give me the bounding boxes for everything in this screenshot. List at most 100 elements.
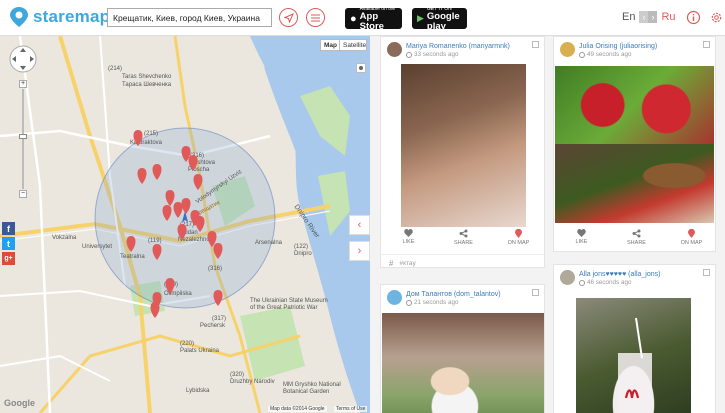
avatar[interactable] <box>560 42 575 57</box>
map-pin-icon <box>515 229 522 238</box>
post-username[interactable]: Mariya Romanenko (mariyarmnk) <box>406 42 510 51</box>
map-pin-icon <box>688 229 695 238</box>
photo-pin-icon[interactable] <box>181 198 191 214</box>
play-icon: ▶ <box>417 13 424 23</box>
google-play-button[interactable]: ▶ GET IT ON Google play <box>412 6 467 32</box>
logo-pin-icon <box>10 7 28 27</box>
avatar[interactable] <box>387 42 402 57</box>
post-tag[interactable]: #ктаy <box>399 260 415 267</box>
facebook-icon[interactable]: f <box>2 222 15 235</box>
photo-pin-icon[interactable] <box>213 290 223 306</box>
avatar[interactable] <box>387 290 402 305</box>
on-map-button[interactable]: ON MAP <box>664 229 719 246</box>
photo-card: Mariya Romanenko (mariyarmnk) 33 seconds… <box>380 36 545 268</box>
post-time: 49 seconds ago <box>587 51 632 58</box>
info-icon[interactable] <box>686 10 701 25</box>
heart-icon <box>404 229 413 237</box>
share-icon <box>632 229 641 238</box>
post-photo[interactable] <box>555 144 714 223</box>
clock-icon <box>406 52 412 58</box>
post-user-header: Дом Талантов (dom_talantov) 21 seconds a… <box>387 290 501 307</box>
photo-pins-layer <box>126 130 223 318</box>
zoom-in-icon[interactable]: + <box>19 80 27 88</box>
photo-pin-icon[interactable] <box>162 205 172 221</box>
on-map-button[interactable]: ON MAP <box>491 229 546 246</box>
post-time: 21 seconds ago <box>414 299 459 306</box>
photo-pin-icon[interactable] <box>213 243 223 259</box>
lang-en[interactable]: En <box>622 11 635 23</box>
my-location-button[interactable] <box>356 63 366 73</box>
photo-pin-icon[interactable] <box>133 130 143 146</box>
google-plus-icon[interactable]: g+ <box>2 252 15 265</box>
menu-button[interactable] <box>306 8 325 27</box>
photo-feed: Mariya Romanenko (mariyarmnk) 33 seconds… <box>370 36 725 413</box>
photo-pin-icon[interactable] <box>177 224 187 240</box>
post-photo[interactable] <box>576 298 691 413</box>
feed-next-button[interactable]: › <box>349 241 370 261</box>
photo-pin-icon[interactable] <box>152 244 162 260</box>
google-logo: Google <box>4 398 35 408</box>
target-icon <box>359 66 363 70</box>
photo-pin-icon[interactable] <box>193 174 203 190</box>
photo-card: Дом Талантов (dom_talantov) 21 seconds a… <box>380 284 545 413</box>
apple-icon: ● <box>350 12 357 25</box>
post-photo[interactable] <box>555 66 714 144</box>
post-tags: # #ктаy <box>389 259 416 268</box>
post-photo[interactable] <box>401 64 526 227</box>
menu-icon <box>311 14 320 21</box>
chevron-right-icon: › <box>357 245 362 257</box>
photo-pin-icon[interactable] <box>152 164 162 180</box>
zoom-track <box>22 89 24 189</box>
zoom-handle[interactable] <box>19 134 27 139</box>
map-type-map-button[interactable]: Map <box>320 39 341 51</box>
locate-button[interactable] <box>279 8 298 27</box>
app-logo[interactable]: staremap <box>8 6 110 28</box>
photo-pin-icon[interactable] <box>165 190 175 206</box>
language-switcher: En ‹ › Ru <box>622 11 676 23</box>
like-button[interactable]: LIKE <box>381 229 436 246</box>
zoom-slider[interactable]: + − <box>19 80 27 200</box>
lang-prev-icon[interactable]: ‹ <box>639 11 649 23</box>
share-button[interactable]: SHARE <box>609 229 664 246</box>
like-button[interactable]: LIKE <box>554 229 609 246</box>
post-time: 33 seconds ago <box>414 51 459 58</box>
search-input[interactable] <box>107 8 272 27</box>
post-photo[interactable] <box>382 313 544 413</box>
image-type-icon <box>532 289 539 296</box>
feed-prev-button[interactable]: ‹ <box>349 215 370 235</box>
image-type-icon <box>532 41 539 48</box>
post-actions: LIKE SHARE ON MAP <box>554 229 719 246</box>
chevron-left-icon: ‹ <box>357 219 362 231</box>
photo-pin-icon[interactable] <box>195 216 205 232</box>
lang-ru[interactable]: Ru <box>661 11 675 23</box>
app-store-button[interactable]: ● Available on the App Store <box>345 6 402 31</box>
clock-icon <box>579 280 585 286</box>
image-type-icon <box>703 41 710 48</box>
zoom-out-icon[interactable]: − <box>19 190 27 198</box>
post-username[interactable]: Дом Талантов (dom_talantov) <box>406 290 501 299</box>
share-icon <box>459 229 468 238</box>
photo-pin-icon[interactable] <box>165 278 175 294</box>
post-actions: LIKE SHARE ON MAP <box>381 229 546 246</box>
pan-control-icon[interactable] <box>8 44 38 74</box>
avatar[interactable] <box>560 270 575 285</box>
photo-pin-icon[interactable] <box>126 236 136 252</box>
post-user-header: Alla jons♥♥♥♥♥ (alla_jons) 46 seconds ag… <box>560 270 660 287</box>
photo-pin-icon[interactable] <box>137 168 147 184</box>
photo-pin-icon[interactable] <box>150 302 160 318</box>
lang-next-icon[interactable]: › <box>648 11 658 23</box>
clock-icon <box>579 52 585 58</box>
map-view[interactable]: (214) Taras Shevchenko Тараса Шевченка (… <box>0 36 370 413</box>
map-type-satellite-button[interactable]: Satellite <box>339 39 367 51</box>
share-button[interactable]: SHARE <box>436 229 491 246</box>
google-play-label: Google play <box>426 10 460 32</box>
twitter-icon[interactable]: t <box>2 237 15 250</box>
map-attribution: Map data ©2014 Google <box>268 406 327 412</box>
post-user-header: Mariya Romanenko (mariyarmnk) 33 seconds… <box>387 42 510 59</box>
post-username[interactable]: Alla jons♥♥♥♥♥ (alla_jons) <box>579 270 660 279</box>
post-username[interactable]: Julia Orising (juliaorising) <box>579 42 657 51</box>
photo-pin-icon[interactable] <box>173 202 183 218</box>
terms-link[interactable]: Terms of Use <box>334 406 368 412</box>
settings-gear-icon[interactable] <box>709 10 724 25</box>
photo-pin-icon[interactable] <box>188 155 198 171</box>
